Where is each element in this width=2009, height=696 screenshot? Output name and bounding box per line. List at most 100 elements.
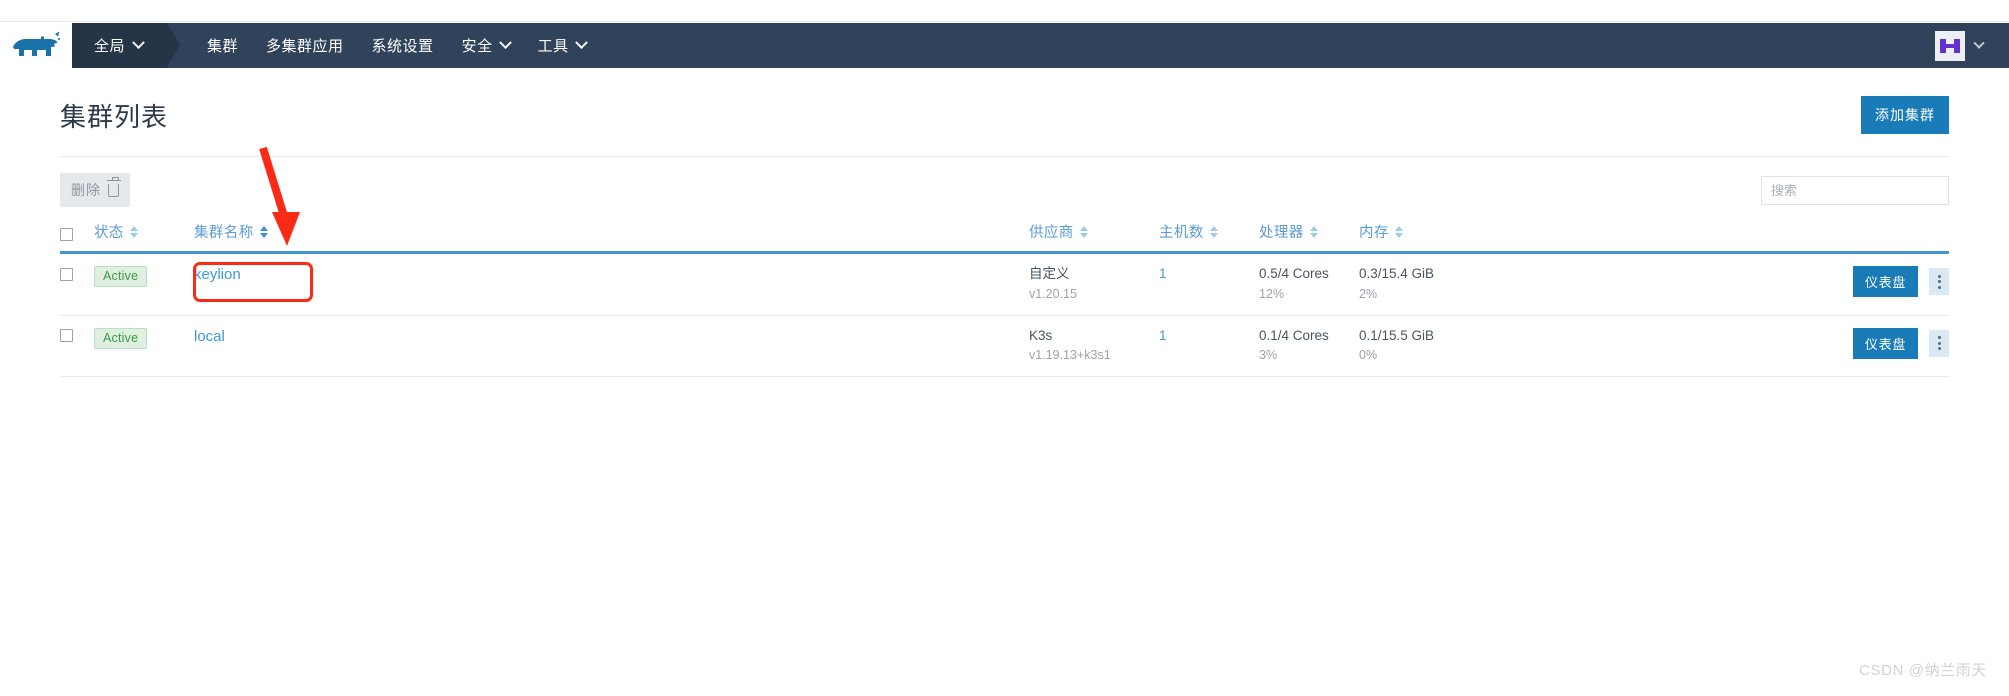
cpu-value: 0.1/4 Cores — [1259, 327, 1329, 343]
row-cpu-cell: 0.1/4 Cores 3% — [1259, 315, 1359, 377]
chevron-down-icon — [132, 36, 145, 50]
nav-items: 集群 多集群应用 系统设置 安全 工具 — [167, 23, 600, 68]
row-checkbox[interactable] — [60, 267, 73, 281]
cluster-name-link[interactable]: local — [194, 328, 225, 345]
node-count-link[interactable]: 1 — [1159, 266, 1167, 281]
nav-item-multicluster-apps[interactable]: 多集群应用 — [252, 35, 358, 56]
nav-item-tools[interactable]: 工具 — [524, 35, 600, 56]
th-actions — [1539, 221, 1949, 253]
sort-memory[interactable]: 内存 — [1359, 221, 1403, 242]
cow-logo-icon — [11, 30, 61, 62]
memory-percent: 0% — [1359, 348, 1378, 363]
table-toolbar: 删除 — [60, 157, 1949, 207]
row-name-cell: local — [194, 315, 1029, 377]
memory-value: 0.3/15.4 GiB — [1359, 266, 1435, 281]
th-select-all — [60, 221, 94, 253]
top-navbar: 全局 集群 多集群应用 系统设置 安全 工具 — [0, 23, 2009, 68]
watermark: CSDN @纳兰雨天 — [1859, 662, 1987, 679]
table-row: Active local K3s v1.19.13+k3s1 1 0.1/4 C… — [60, 315, 1949, 377]
node-count-link[interactable]: 1 — [1159, 328, 1167, 343]
th-cpu: 处理器 — [1259, 221, 1359, 253]
th-provider: 供应商 — [1029, 221, 1159, 253]
row-provider-cell: 自定义 v1.20.15 — [1029, 253, 1159, 316]
user-menu[interactable] — [1935, 23, 2009, 68]
main-content: 集群列表 添加集群 删除 搜索 状态 集群名称 供应商 主机数 处理器 内存 A… — [0, 68, 2009, 696]
nav-item-label: 集群 — [207, 38, 239, 55]
delete-button-label: 删除 — [71, 182, 101, 198]
th-name-label: 集群名称 — [194, 225, 254, 241]
memory-percent: 2% — [1359, 286, 1378, 301]
search-input[interactable] — [1761, 175, 1949, 205]
nav-scope-label: 全局 — [94, 38, 126, 55]
sort-icon — [259, 225, 268, 238]
row-name-cell: keylion — [194, 253, 1029, 316]
nav-scope-global[interactable]: 全局 — [72, 23, 181, 68]
kebab-menu-icon[interactable] — [1929, 329, 1949, 357]
nav-item-system-settings[interactable]: 系统设置 — [358, 35, 448, 56]
th-state: 状态 — [94, 221, 194, 253]
nav-item-label: 系统设置 — [371, 38, 434, 55]
table-header-row: 状态 集群名称 供应商 主机数 处理器 内存 — [60, 221, 1949, 253]
status-badge: Active — [94, 266, 148, 287]
kebab-menu-icon[interactable] — [1929, 268, 1949, 295]
row-memory-cell: 0.1/15.5 GiB 0% — [1359, 315, 1539, 377]
page-title: 集群列表 — [60, 101, 169, 132]
provider-name: K3s — [1029, 327, 1053, 343]
cpu-value: 0.5/4 Cores — [1259, 266, 1329, 281]
sort-icon — [1079, 225, 1088, 238]
page-root: 全局 集群 多集群应用 系统设置 安全 工具 集群列表 添加集群 删除 搜索 状… — [0, 0, 2009, 696]
nav-item-security[interactable]: 安全 — [448, 35, 524, 56]
nav-item-label: 工具 — [537, 38, 569, 55]
app-logo[interactable] — [0, 23, 72, 68]
table-body: Active keylion 自定义 v1.20.15 1 0.5/4 Core… — [60, 253, 1949, 377]
th-nodes-label: 主机数 — [1159, 225, 1204, 241]
trash-icon — [106, 177, 121, 197]
cpu-percent: 12% — [1259, 286, 1285, 301]
th-state-label: 状态 — [94, 225, 124, 241]
row-cpu-cell: 0.5/4 Cores 12% — [1259, 253, 1359, 316]
th-nodes: 主机数 — [1159, 221, 1259, 253]
status-badge: Active — [94, 327, 148, 349]
avatar — [1935, 30, 1965, 61]
th-name: 集群名称 — [194, 221, 1029, 253]
select-all-checkbox[interactable] — [60, 227, 73, 241]
row-nodes-cell: 1 — [1159, 315, 1259, 377]
row-actions-cell: 仪表盘 — [1539, 315, 1949, 377]
sort-state[interactable]: 状态 — [94, 221, 138, 242]
chevron-down-icon — [574, 36, 588, 50]
cluster-name-link[interactable]: keylion — [194, 266, 241, 283]
nav-item-label: 安全 — [461, 38, 493, 55]
th-cpu-label: 处理器 — [1259, 225, 1304, 241]
chevron-down-icon — [498, 36, 512, 50]
row-select-cell — [60, 315, 94, 377]
browser-top-strip — [0, 0, 2009, 22]
dashboard-button[interactable]: 仪表盘 — [1852, 327, 1919, 359]
row-nodes-cell: 1 — [1159, 253, 1259, 316]
sort-nodes[interactable]: 主机数 — [1159, 221, 1218, 242]
row-memory-cell: 0.3/15.4 GiB 2% — [1359, 253, 1539, 316]
provider-version: v1.20.15 — [1029, 286, 1077, 301]
sort-name[interactable]: 集群名称 — [194, 221, 268, 242]
sort-provider[interactable]: 供应商 — [1029, 221, 1088, 242]
th-provider-label: 供应商 — [1029, 225, 1074, 241]
nav-item-clusters[interactable]: 集群 — [193, 35, 252, 56]
memory-value: 0.1/15.5 GiB — [1359, 327, 1435, 343]
row-provider-cell: K3s v1.19.13+k3s1 — [1029, 315, 1159, 377]
provider-name: 自定义 — [1029, 266, 1070, 281]
sort-icon — [1394, 225, 1403, 238]
page-header: 集群列表 添加集群 — [60, 68, 1949, 144]
th-memory-label: 内存 — [1359, 225, 1389, 241]
delete-button[interactable]: 删除 — [60, 173, 130, 207]
user-avatar-icon — [1940, 38, 1960, 53]
row-actions-cell: 仪表盘 — [1539, 253, 1949, 316]
row-checkbox[interactable] — [60, 329, 73, 343]
provider-version: v1.19.13+k3s1 — [1029, 348, 1111, 363]
sort-cpu[interactable]: 处理器 — [1259, 221, 1318, 242]
sort-icon — [129, 225, 138, 238]
row-state-cell: Active — [94, 315, 194, 377]
dashboard-button[interactable]: 仪表盘 — [1852, 266, 1919, 297]
add-cluster-button[interactable]: 添加集群 — [1861, 96, 1949, 134]
table-head: 状态 集群名称 供应商 主机数 处理器 内存 — [60, 221, 1949, 253]
sort-icon — [1209, 225, 1218, 238]
